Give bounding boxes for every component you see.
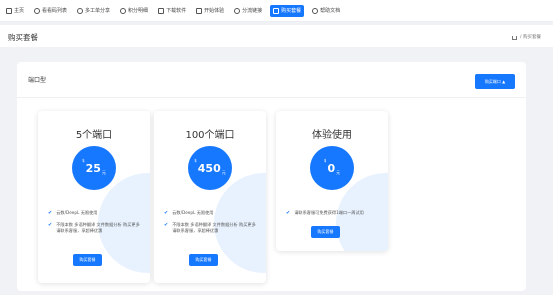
buy-port-button[interactable]: 购买端口 ▲ (475, 74, 515, 89)
nav-item-trial[interactable]: 开始体验 (194, 5, 226, 17)
package-card-100-ports: 100个端口 $ 450 元 ✔ 云数/DeepL 无限使用 ✔ 不限本数 多语… (154, 111, 266, 283)
card-title: 100个端口 (185, 130, 235, 141)
nav-item-home[interactable]: 主页 (4, 5, 26, 17)
feature-item: ✔ 不限本数 多语种翻译 文件数据分析 购买更多请联系客服，享超棒优惠 (164, 222, 259, 235)
feature-text: 云数/DeepL 无限使用 (56, 210, 98, 215)
nav-item-code-list[interactable]: 看看码列表 (32, 5, 69, 17)
swap-icon (196, 7, 203, 14)
feature-text: 不限本数 多语种翻译 文件数据分析 购买更多请联系客服，享超棒优惠 (172, 222, 256, 234)
nav-item-label: 积分明细 (128, 8, 149, 14)
home-icon[interactable] (512, 35, 518, 40)
panel-title: 端口型 (28, 77, 47, 84)
nav-item-label: 分流链接 (242, 8, 263, 14)
price-value: 25 (85, 161, 101, 175)
nav-item-label: 帮助文档 (320, 8, 341, 14)
price-circle: $ 0 元 (310, 146, 354, 190)
check-icon: ✔ (48, 210, 53, 216)
price-currency: $ (323, 158, 327, 163)
cart-icon (273, 7, 280, 14)
user-icon (77, 7, 84, 14)
feature-item: ✔ 云数/DeepL 无限使用 (48, 210, 143, 216)
nav-item-buy[interactable]: 购买套餐 (270, 4, 305, 17)
price-unit: 元 (336, 170, 341, 175)
package-card-trial: 体验使用 $ 0 元 ✔ 请联系客服可免费获得1端口一周试用 购买套餐 (276, 111, 388, 251)
bulb-icon (34, 7, 41, 14)
share-icon (234, 7, 241, 14)
help-icon (312, 7, 319, 14)
check-icon: ✔ (164, 210, 169, 216)
feature-text: 云数/DeepL 无限使用 (172, 210, 214, 215)
price-currency: $ (82, 158, 85, 163)
buy-package-button[interactable]: 购买套餐 (73, 254, 102, 266)
feature-text: 不限本数 多语种翻译 文件数据分析 购买更多请联系客服，享超棒优惠 (56, 222, 140, 234)
card-title: 5个端口 (75, 130, 113, 141)
check-icon: ✔ (164, 222, 169, 228)
nav-item-label: 看看码列表 (42, 8, 68, 14)
top-navigation: 主页 看看码列表 多工单分享 积分明细 下载软件 开始体验 分流链接 购买套餐 … (0, 0, 553, 22)
price-circle: $ 450 元 (188, 146, 232, 190)
nav-item-label: 多工单分享 (85, 8, 111, 14)
feature-item: ✔ 不限本数 多语种翻译 文件数据分析 购买更多请联系客服，享超棒优惠 (48, 222, 143, 235)
package-panel: 端口型 购买端口 ▲ 5个端口 $ 25 元 ✔ 云数/DeepL 无限使用 ✔… (17, 62, 526, 291)
price-currency: $ (194, 158, 197, 163)
nav-item-help[interactable]: 帮助文档 (310, 5, 342, 17)
price-circle: $ 25 元 (72, 146, 116, 190)
breadcrumb: / 购买套餐 (512, 34, 541, 40)
home-icon (6, 7, 12, 14)
nav-item-label: 主页 (14, 8, 25, 14)
feature-item: ✔ 请联系客服可免费获得1端口一周试用 (286, 210, 381, 216)
breadcrumb-current: / 购买套餐 (520, 35, 541, 40)
check-icon: ✔ (48, 222, 53, 228)
page-header: 购买套餐 / 购买套餐 (0, 25, 553, 47)
price-value: 450 (197, 161, 221, 175)
feature-text: 请联系客服可免费获得1端口一周试用 (294, 210, 364, 215)
nav-item-share[interactable]: 多工单分享 (75, 5, 112, 17)
card-title: 体验使用 (312, 130, 352, 141)
nav-item-label: 开始体验 (204, 8, 225, 14)
buy-package-button[interactable]: 购买套餐 (311, 226, 340, 238)
price-unit: 元 (101, 170, 106, 175)
nav-item-points[interactable]: 积分明细 (118, 5, 150, 17)
price-value: 0 (327, 161, 336, 175)
price-unit: 元 (221, 170, 226, 175)
page-title: 购买套餐 (8, 33, 38, 42)
panel-header: 端口型 购买端口 ▲ (17, 62, 526, 98)
buy-package-button[interactable]: 购买套餐 (189, 254, 218, 266)
package-card-5-ports: 5个端口 $ 25 元 ✔ 云数/DeepL 无限使用 ✔ 不限本数 多语种翻译… (38, 111, 150, 283)
nav-item-label: 下载软件 (166, 8, 187, 14)
users-icon (120, 7, 127, 14)
nav-item-download[interactable]: 下载软件 (156, 5, 188, 17)
nav-item-links[interactable]: 分流链接 (232, 5, 264, 17)
nav-item-label: 购买套餐 (281, 8, 302, 14)
download-icon (158, 7, 165, 14)
feature-item: ✔ 云数/DeepL 无限使用 (164, 210, 259, 216)
check-icon: ✔ (286, 210, 291, 216)
